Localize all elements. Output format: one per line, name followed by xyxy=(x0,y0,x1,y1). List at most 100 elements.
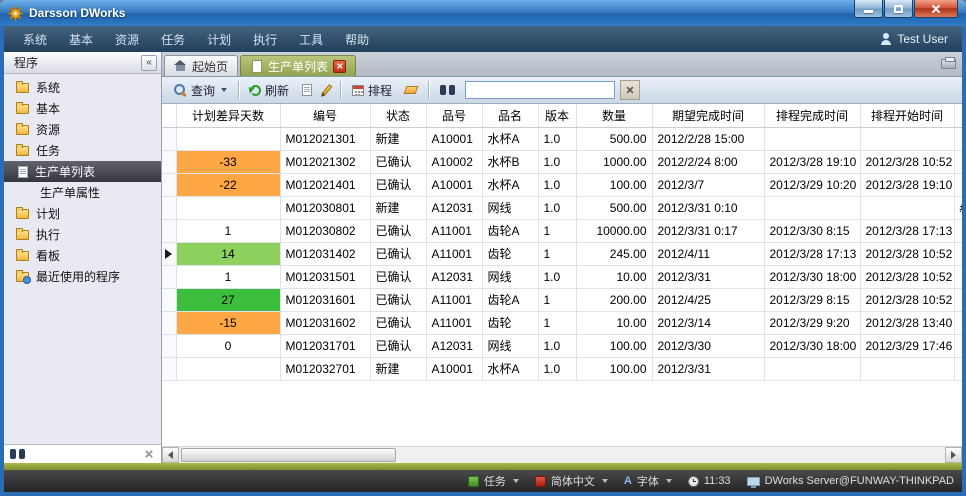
cell-quantity[interactable]: 500.00 xyxy=(576,196,652,219)
cell-version[interactable]: 1 xyxy=(538,311,576,334)
cell-quantity[interactable]: 500.00 xyxy=(576,127,652,150)
cell-schedule-start[interactable]: 2012/3/28 13:40 xyxy=(860,311,954,334)
cell-clipped[interactable] xyxy=(954,242,962,265)
menu-item[interactable]: 系统 xyxy=(12,27,58,52)
cell-plan-diff-days[interactable] xyxy=(176,196,280,219)
cell-plan-diff-days[interactable]: -22 xyxy=(176,173,280,196)
cell-code[interactable]: M012021401 xyxy=(280,173,370,196)
cell-schedule-start[interactable]: 2012/3/28 10:52 xyxy=(860,150,954,173)
sidebar-item[interactable]: 基本 xyxy=(4,98,161,119)
cell-expected-finish[interactable]: 2012/3/30 xyxy=(652,334,764,357)
cell-code[interactable]: M012031701 xyxy=(280,334,370,357)
cell-plan-diff-days[interactable] xyxy=(176,127,280,150)
cell-code[interactable]: M012031501 xyxy=(280,265,370,288)
cell-item-no[interactable]: A11001 xyxy=(426,311,482,334)
sidebar-item[interactable]: 看板 xyxy=(4,245,161,266)
row-indicator[interactable] xyxy=(162,173,176,196)
cell-item-name[interactable]: 齿轮 xyxy=(482,242,538,265)
tab[interactable]: 生产单列表 xyxy=(240,55,356,76)
cell-quantity[interactable]: 200.00 xyxy=(576,288,652,311)
cell-status[interactable]: 已确认 xyxy=(370,334,426,357)
row-indicator[interactable] xyxy=(162,288,176,311)
title-bar[interactable]: Darsson DWorks xyxy=(0,0,966,26)
cell-clipped[interactable] xyxy=(954,311,962,334)
sidebar-item[interactable]: 资源 xyxy=(4,119,161,140)
cell-version[interactable]: 1.0 xyxy=(538,127,576,150)
menu-item[interactable]: 工具 xyxy=(288,27,334,52)
cell-expected-finish[interactable]: 2012/3/31 0:17 xyxy=(652,219,764,242)
sidebar-item[interactable]: 生产单属性 xyxy=(4,182,161,203)
cell-clipped[interactable] xyxy=(954,265,962,288)
status-font-menu[interactable]: A 字体 xyxy=(624,473,672,489)
sidebar-item[interactable]: 计划 xyxy=(4,203,161,224)
cell-status[interactable]: 已确认 xyxy=(370,265,426,288)
cell-item-name[interactable]: 水杯A xyxy=(482,127,538,150)
cell-schedule-finish[interactable] xyxy=(764,196,860,219)
cell-item-no[interactable]: A10001 xyxy=(426,127,482,150)
row-indicator[interactable] xyxy=(162,265,176,288)
cell-item-name[interactable]: 网线 xyxy=(482,265,538,288)
cell-item-name[interactable]: 水杯B xyxy=(482,150,538,173)
cell-schedule-finish[interactable]: 2012/3/29 10:20 xyxy=(764,173,860,196)
cell-quantity[interactable]: 100.00 xyxy=(576,173,652,196)
grid-row[interactable]: 14 M012031402 已确认 A11001 齿轮 1 245.00 201… xyxy=(162,242,962,265)
cell-expected-finish[interactable]: 2012/4/25 xyxy=(652,288,764,311)
cell-status[interactable]: 已确认 xyxy=(370,219,426,242)
row-indicator[interactable] xyxy=(162,311,176,334)
search-clear-button[interactable] xyxy=(620,80,640,100)
cell-clipped[interactable] xyxy=(954,173,962,196)
cell-status[interactable]: 已确认 xyxy=(370,173,426,196)
cell-code[interactable]: M012031601 xyxy=(280,288,370,311)
cell-item-name[interactable]: 水杯A xyxy=(482,357,538,380)
row-indicator[interactable] xyxy=(162,196,176,219)
cell-version[interactable]: 1.0 xyxy=(538,196,576,219)
cell-code[interactable]: M012032701 xyxy=(280,357,370,380)
row-indicator[interactable] xyxy=(162,219,176,242)
cell-item-no[interactable]: A12031 xyxy=(426,334,482,357)
horizontal-scrollbar[interactable] xyxy=(162,446,962,463)
cell-plan-diff-days[interactable]: -33 xyxy=(176,150,280,173)
cell-schedule-finish[interactable]: 2012/3/30 8:15 xyxy=(764,219,860,242)
minimize-button[interactable] xyxy=(854,0,883,18)
cell-expected-finish[interactable]: 2012/4/11 xyxy=(652,242,764,265)
cell-version[interactable]: 1.0 xyxy=(538,150,576,173)
new-button[interactable] xyxy=(297,82,317,98)
cell-schedule-start[interactable]: 2012/3/29 17:46 xyxy=(860,334,954,357)
cell-schedule-finish[interactable]: 2012/3/30 18:00 xyxy=(764,334,860,357)
menu-item[interactable]: 基本 xyxy=(58,27,104,52)
scrollbar-thumb[interactable] xyxy=(181,448,396,462)
cell-clipped[interactable] xyxy=(954,219,962,242)
cell-version[interactable]: 1 xyxy=(538,219,576,242)
cell-item-no[interactable]: A12031 xyxy=(426,265,482,288)
cell-plan-diff-days[interactable]: -15 xyxy=(176,311,280,334)
cell-code[interactable]: M012021301 xyxy=(280,127,370,150)
clear-schedule-button[interactable] xyxy=(400,84,422,96)
cell-version[interactable]: 1.0 xyxy=(538,357,576,380)
grid-column-header[interactable]: 排程完成时间 xyxy=(764,104,860,127)
cell-schedule-start[interactable]: 2012/3/28 19:10 xyxy=(860,173,954,196)
grid-column-header[interactable]: 版本 xyxy=(538,104,576,127)
cell-item-no[interactable]: A11001 xyxy=(426,288,482,311)
cell-clipped[interactable] xyxy=(954,357,962,380)
sidebar-item[interactable]: 执行 xyxy=(4,224,161,245)
cell-schedule-start[interactable] xyxy=(860,196,954,219)
row-indicator[interactable] xyxy=(162,334,176,357)
grid-column-header[interactable]: 计划差异天数 xyxy=(176,104,280,127)
cell-expected-finish[interactable]: 2012/3/31 xyxy=(652,265,764,288)
cell-schedule-start[interactable]: 2012/3/28 10:52 xyxy=(860,288,954,311)
sidebar-item[interactable]: 系统 xyxy=(4,77,161,98)
cell-schedule-finish[interactable]: 2012/3/29 8:15 xyxy=(764,288,860,311)
scroll-right-button[interactable] xyxy=(945,447,962,463)
grid-column-header[interactable]: 排程开始时间 xyxy=(860,104,954,127)
cell-plan-diff-days[interactable]: 1 xyxy=(176,219,280,242)
cell-expected-finish[interactable]: 2012/3/7 xyxy=(652,173,764,196)
query-button[interactable]: 查询 xyxy=(168,80,232,101)
edit-button[interactable] xyxy=(320,82,334,98)
cell-version[interactable]: 1 xyxy=(538,242,576,265)
sidebar-search-clear-icon[interactable] xyxy=(144,449,155,460)
grid-row[interactable]: -22 M012021401 已确认 A10001 水杯A 1.0 100.00… xyxy=(162,173,962,196)
cell-quantity[interactable]: 100.00 xyxy=(576,357,652,380)
menu-item[interactable]: 帮助 xyxy=(334,27,380,52)
grid-column-header[interactable]: 数量 xyxy=(576,104,652,127)
sidebar-item[interactable]: 生产单列表 xyxy=(4,161,161,182)
